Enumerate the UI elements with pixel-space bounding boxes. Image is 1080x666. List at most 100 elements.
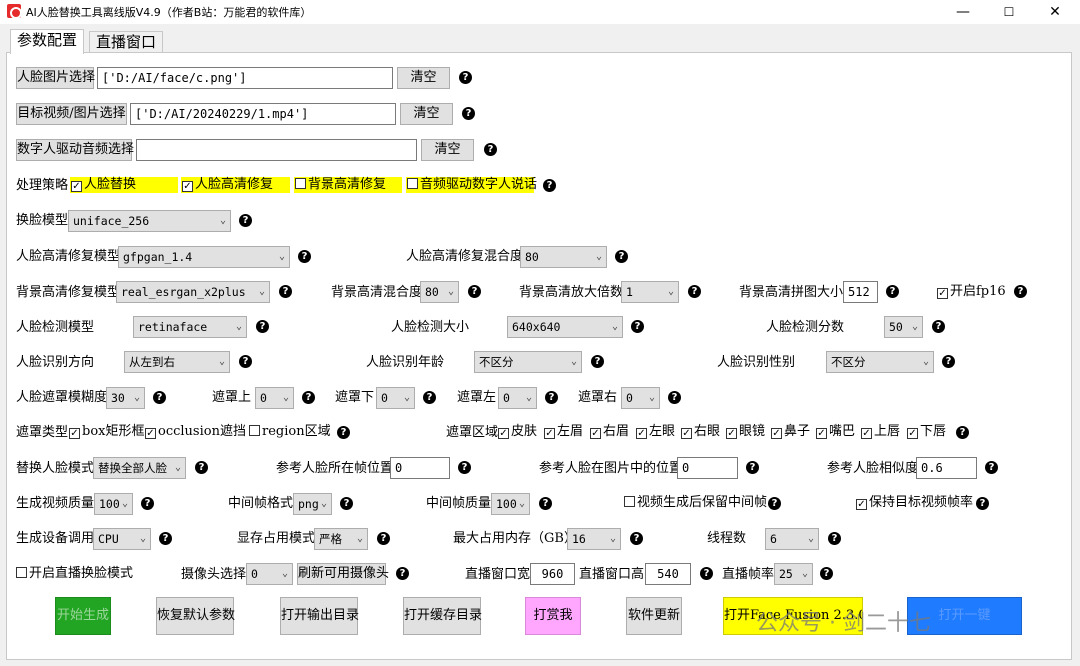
ref-similarity-field[interactable]: 0.6 — [916, 457, 977, 479]
face-image-clear-button[interactable]: 清空 — [397, 67, 450, 89]
help-icon[interactable]: ? — [545, 391, 558, 404]
help-icon[interactable]: ? — [956, 426, 969, 439]
help-icon[interactable]: ? — [195, 461, 208, 474]
bg-scale-select[interactable]: 1 ⌄ — [621, 281, 679, 303]
start-button[interactable]: 开始生成 — [55, 597, 111, 635]
help-icon[interactable]: ? — [337, 426, 350, 439]
help-icon[interactable]: ? — [462, 107, 475, 120]
region-upper-lip-checkbox[interactable]: ✓ 上唇 — [861, 424, 900, 440]
audio-select-button[interactable]: 数字人驱动音频选择 — [16, 139, 134, 161]
video-quality-select[interactable]: 100 ⌄ — [94, 493, 133, 515]
target-clear-button[interactable]: 清空 — [400, 103, 453, 125]
help-icon[interactable]: ? — [539, 497, 552, 510]
help-icon[interactable]: ? — [820, 567, 833, 580]
mask-type-occlusion-checkbox[interactable]: ✓ occlusion遮挡 — [145, 424, 246, 440]
keep-frames-checkbox[interactable]: 视频生成后保留中间帧 — [624, 495, 767, 511]
help-icon[interactable]: ? — [423, 391, 436, 404]
fp16-checkbox[interactable]: ✓ 开启fp16 — [937, 284, 1006, 300]
open-output-button[interactable]: 打开输出目录 — [280, 597, 359, 635]
update-button[interactable]: 软件更新 — [626, 597, 682, 635]
bg-tile-field[interactable]: 512 — [843, 281, 878, 303]
region-glasses-checkbox[interactable]: ✓ 眼镜 — [726, 424, 765, 440]
minimize-button[interactable]: — — [940, 0, 986, 24]
region-lower-lip-checkbox[interactable]: ✓ 下唇 — [907, 424, 946, 440]
keep-fps-checkbox[interactable]: ✓ 保持目标视频帧率 — [856, 495, 973, 511]
help-icon[interactable]: ? — [688, 285, 701, 298]
help-icon[interactable]: ? — [256, 320, 269, 333]
live-fps-select[interactable]: 25 ⌄ — [774, 563, 813, 585]
max-memory-select[interactable]: 16 ⌄ — [567, 528, 621, 550]
help-icon[interactable]: ? — [615, 250, 628, 263]
region-mouth-checkbox[interactable]: ✓ 嘴巴 — [816, 424, 855, 440]
audio-clear-button[interactable]: 清空 — [421, 139, 474, 161]
detect-size-select[interactable]: 640x640 ⌄ — [507, 316, 623, 338]
face-image-field[interactable]: ['D:/AI/face/c.png'] — [97, 67, 393, 89]
bg-model-select[interactable]: real_esrgan_x2plus ⌄ — [116, 281, 270, 303]
close-button[interactable]: ✕ — [1032, 0, 1078, 24]
help-icon[interactable]: ? — [396, 567, 409, 580]
strategy-audio-driven-checkbox[interactable]: 音频驱动数字人说话 — [406, 177, 537, 193]
target-video-button[interactable]: 目标视频/图片选择 — [16, 103, 127, 125]
detect-model-select[interactable]: retinaface ⌄ — [133, 316, 247, 338]
help-icon[interactable]: ? — [484, 143, 497, 156]
tab-params[interactable]: 参数配置 — [10, 29, 85, 54]
mask-left-select[interactable]: 0 ⌄ — [498, 387, 537, 409]
vram-mode-select[interactable]: 严格 ⌄ — [314, 528, 368, 550]
live-height-field[interactable]: 540 — [645, 563, 691, 585]
device-select[interactable]: CPU ⌄ — [93, 528, 151, 550]
region-left-eye-checkbox[interactable]: ✓ 左眼 — [636, 424, 675, 440]
recog-age-select[interactable]: 不区分 ⌄ — [474, 351, 582, 373]
reset-defaults-button[interactable]: 恢复默认参数 — [156, 597, 235, 635]
enhance-model-select[interactable]: gfpgan_1.4 ⌄ — [118, 246, 290, 268]
help-icon[interactable]: ? — [302, 391, 315, 404]
mask-type-region-checkbox[interactable]: region区域 — [249, 424, 331, 440]
swap-model-select[interactable]: uniface_256 ⌄ — [68, 210, 231, 232]
help-icon[interactable]: ? — [239, 355, 252, 368]
help-icon[interactable]: ? — [630, 532, 643, 545]
detect-score-select[interactable]: 50 ⌄ — [884, 316, 923, 338]
help-icon[interactable]: ? — [828, 532, 841, 545]
help-icon[interactable]: ? — [298, 250, 311, 263]
help-icon[interactable]: ? — [668, 391, 681, 404]
mask-blur-select[interactable]: 30 ⌄ — [106, 387, 145, 409]
region-nose-checkbox[interactable]: ✓ 鼻子 — [771, 424, 810, 440]
tip-button[interactable]: 打赏我 — [525, 597, 581, 635]
frame-quality-select[interactable]: 100 ⌄ — [491, 493, 530, 515]
replace-mode-select[interactable]: 替换全部人脸 ⌄ — [93, 457, 186, 479]
region-right-brow-checkbox[interactable]: ✓ 右眉 — [590, 424, 629, 440]
help-icon[interactable]: ? — [942, 355, 955, 368]
region-left-brow-checkbox[interactable]: ✓ 左眉 — [544, 424, 583, 440]
help-icon[interactable]: ? — [279, 285, 292, 298]
live-width-field[interactable]: 960 — [530, 563, 575, 585]
help-icon[interactable]: ? — [141, 497, 154, 510]
audio-field[interactable] — [136, 139, 417, 161]
region-skin-checkbox[interactable]: ✓ 皮肤 — [498, 424, 537, 440]
frame-format-select[interactable]: png ⌄ — [293, 493, 332, 515]
camera-select[interactable]: 0 ⌄ — [246, 563, 293, 585]
mask-top-select[interactable]: 0 ⌄ — [255, 387, 294, 409]
help-icon[interactable]: ? — [239, 214, 252, 227]
help-icon[interactable]: ? — [377, 532, 390, 545]
help-icon[interactable]: ? — [340, 497, 353, 510]
help-icon[interactable]: ? — [591, 355, 604, 368]
open-cache-button[interactable]: 打开缓存目录 — [403, 597, 482, 635]
help-icon[interactable]: ? — [886, 285, 899, 298]
mask-right-select[interactable]: 0 ⌄ — [621, 387, 660, 409]
help-icon[interactable]: ? — [543, 179, 556, 192]
target-video-field[interactable]: ['D:/AI/20240229/1.mp4'] — [130, 103, 396, 125]
ref-position-field[interactable]: 0 — [677, 457, 738, 479]
tab-live-window[interactable]: 直播窗口 — [89, 31, 164, 53]
help-icon[interactable]: ? — [1014, 285, 1027, 298]
help-icon[interactable]: ? — [746, 461, 759, 474]
help-icon[interactable]: ? — [458, 461, 471, 474]
strategy-face-enhance-checkbox[interactable]: ✓ 人脸高清修复 — [181, 177, 290, 193]
enhance-blend-select[interactable]: 80 ⌄ — [520, 246, 607, 268]
ref-frame-field[interactable]: 0 — [390, 457, 450, 479]
help-icon[interactable]: ? — [153, 391, 166, 404]
region-right-eye-checkbox[interactable]: ✓ 右眼 — [681, 424, 720, 440]
help-icon[interactable]: ? — [985, 461, 998, 474]
live-mode-checkbox[interactable]: 开启直播换脸模式 — [16, 566, 133, 582]
bg-blend-select[interactable]: 80 ⌄ — [420, 281, 459, 303]
help-icon[interactable]: ? — [459, 71, 472, 84]
help-icon[interactable]: ? — [932, 320, 945, 333]
